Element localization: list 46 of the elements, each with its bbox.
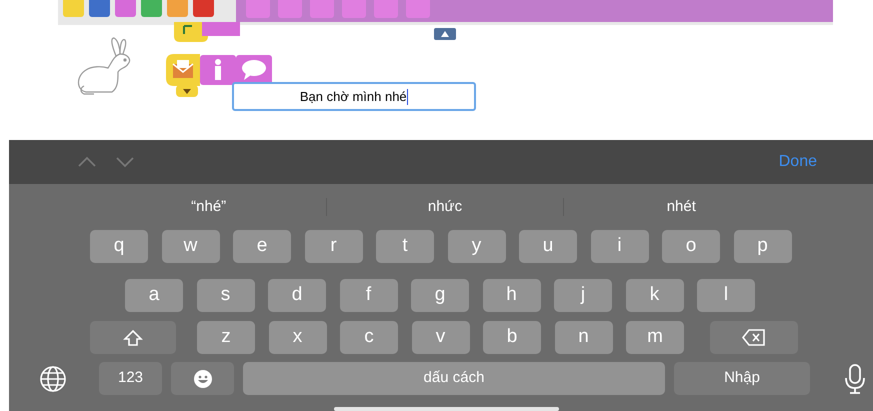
microphone-icon[interactable] [844, 364, 866, 394]
scroll-up-icon[interactable] [434, 28, 456, 40]
letter-key[interactable]: e [233, 230, 291, 263]
letter-key[interactable]: j [554, 279, 612, 312]
letter-key[interactable]: s [196, 279, 254, 312]
letter-key[interactable]: x [268, 321, 326, 354]
letter-key[interactable]: t [376, 230, 434, 263]
code-block-drawing[interactable] [174, 22, 242, 42]
shift-icon [123, 328, 143, 346]
speech-input-field[interactable]: Bạn chờ mình nhé [232, 82, 476, 111]
space-key[interactable]: dấu cách [243, 362, 665, 395]
globe-icon[interactable] [39, 364, 67, 392]
letter-key[interactable]: m [626, 321, 684, 354]
letter-key[interactable]: o [662, 230, 720, 263]
letter-key[interactable]: l [697, 279, 755, 312]
letter-key[interactable]: b [483, 321, 541, 354]
letter-key[interactable]: a [125, 279, 183, 312]
letter-key[interactable]: p [734, 230, 792, 263]
letter-key[interactable]: y [448, 230, 506, 263]
done-button[interactable]: Done [778, 150, 817, 174]
shift-key[interactable] [90, 321, 176, 354]
backspace-icon[interactable] [742, 329, 766, 346]
letter-key[interactable]: q [90, 230, 148, 263]
delete-key[interactable] [710, 321, 798, 354]
letter-key[interactable]: f [340, 279, 398, 312]
letter-key[interactable]: h [482, 279, 540, 312]
letter-key[interactable]: z [197, 321, 255, 354]
letter-key[interactable]: i [590, 230, 648, 263]
numbers-key[interactable]: 123 [99, 362, 162, 395]
input-text: Bạn chờ mình nhé [300, 88, 407, 106]
letter-key[interactable]: v [412, 321, 470, 354]
emoji-icon [192, 368, 212, 388]
letter-key[interactable]: n [554, 321, 612, 354]
speech-block-icon[interactable] [236, 55, 272, 85]
letter-key[interactable]: g [411, 279, 469, 312]
suggestion-item[interactable]: nhét [564, 196, 799, 218]
letter-key[interactable]: u [519, 230, 577, 263]
letter-key[interactable]: w [162, 230, 220, 263]
letter-key[interactable]: d [268, 279, 326, 312]
return-key[interactable]: Nhập [674, 362, 810, 395]
emoji-key[interactable] [171, 362, 234, 395]
letter-key[interactable]: r [304, 230, 362, 263]
suggestion-item[interactable]: “nhé” [91, 196, 326, 218]
letter-key[interactable]: k [626, 279, 684, 312]
suggestion-item[interactable]: nhức [327, 196, 563, 218]
letter-key[interactable]: c [340, 321, 398, 354]
